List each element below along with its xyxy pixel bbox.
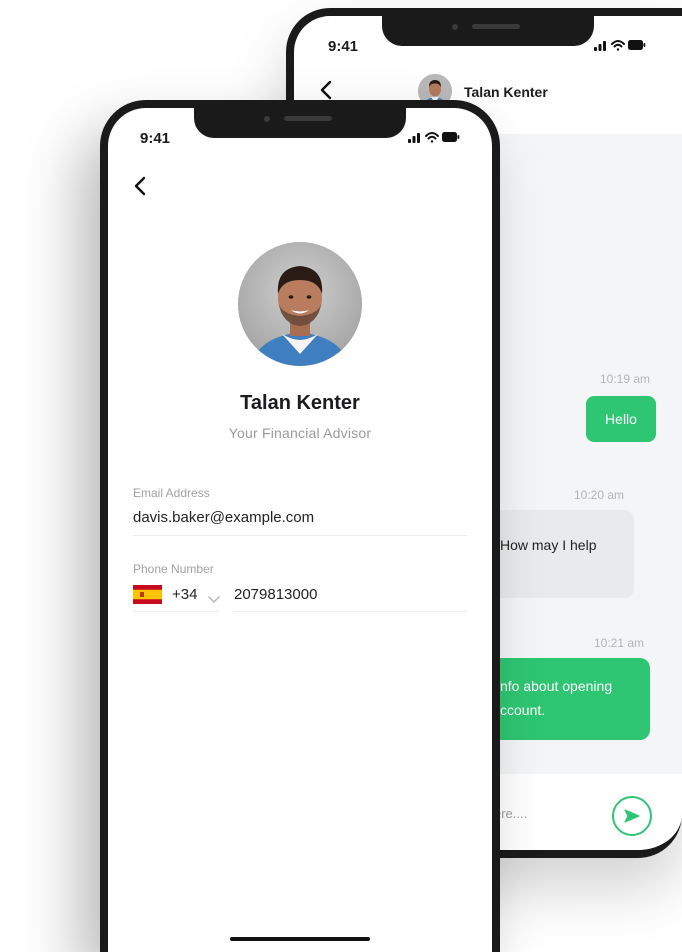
home-indicator [230,937,370,941]
signal-icon [408,133,420,143]
wifi-icon [425,132,439,143]
status-icons [408,130,460,149]
outgoing-message-bubble: Hello [586,396,656,442]
email-field[interactable]: davis.baker@example.com [133,509,314,526]
phone-notch [194,108,406,138]
country-code-select[interactable]: +34 [172,586,197,603]
email-label: Email Address [133,486,210,500]
message-timestamp: 10:20 am [574,488,625,502]
profile-role: Your Financial Advisor [228,425,372,441]
status-time: 9:41 [140,130,171,147]
profile-name: Talan Kenter [240,392,360,414]
profile-avatar [238,242,362,366]
phone-underline [234,611,467,612]
home-indicator [504,850,644,854]
email-underline [133,535,467,536]
phone-label: Phone Number [133,562,214,576]
phone-number-field[interactable]: 2079813000 [234,586,317,603]
signal-icon [594,41,606,51]
message-timestamp: 10:19 am [600,372,651,386]
status-icons [594,38,646,57]
chevron-down-icon[interactable] [208,591,220,609]
notch-speaker [472,24,520,29]
country-code-underline [133,611,219,612]
back-chevron-icon[interactable] [134,176,146,201]
notch-speaker [284,116,332,121]
send-button[interactable] [612,796,652,836]
status-time: 9:41 [328,38,359,55]
send-icon [624,809,640,823]
battery-icon [442,132,460,142]
wifi-icon [611,40,625,51]
profile-phone-mockup: 9:41 Talan Kenter Your Financial Advisor… [100,100,500,952]
message-timestamp: 10:21 am [594,636,645,650]
message-line: nfo about opening [500,678,613,694]
battery-icon [628,40,646,50]
message-line: ccount. [500,702,546,718]
spain-flag-icon[interactable] [133,585,162,604]
phone-notch [382,16,594,46]
notch-camera [264,116,270,122]
notch-camera [452,24,458,30]
contact-name: Talan Kenter [464,84,548,100]
